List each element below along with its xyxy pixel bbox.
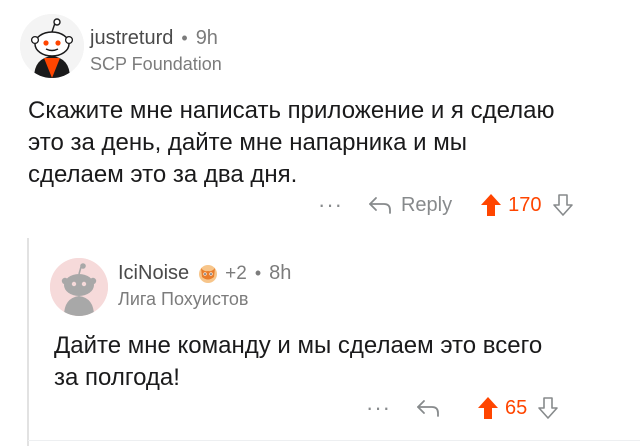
more-options-button[interactable]: ···	[366, 397, 391, 419]
reply-icon	[369, 197, 391, 214]
comment-body-line: это за день, дайте мне напарника и мы	[28, 129, 468, 156]
thread-line[interactable]	[27, 238, 29, 446]
user-flair: SCP Foundation	[90, 54, 222, 74]
username-link[interactable]: IciNoise	[118, 262, 189, 285]
downvote-icon[interactable]	[552, 193, 574, 217]
comment-meta: IciNoise +2 • 8h	[118, 262, 291, 285]
comment-body-line: сделаем это за два дня.	[28, 161, 298, 188]
reply-icon	[417, 400, 439, 417]
timestamp[interactable]: 8h	[269, 262, 291, 285]
vote-score: 170	[508, 193, 542, 216]
comment-actions: ··· 65	[366, 396, 559, 420]
user-avatar[interactable]	[20, 14, 84, 78]
downvote-icon[interactable]	[537, 396, 559, 420]
meta-separator: •	[254, 263, 262, 283]
comment-actions: ··· Reply 170	[318, 193, 574, 217]
vote-controls: 65	[477, 396, 559, 420]
upvote-icon[interactable]	[477, 396, 499, 420]
snoo-avatar-icon	[20, 14, 84, 78]
comment-body: Скажите мне написать приложение и я сдел…	[28, 95, 628, 191]
more-options-button[interactable]: ···	[318, 194, 343, 216]
comment-body-line: Дайте мне команду и мы сделаем это всего	[54, 332, 543, 359]
award-icon[interactable]	[197, 263, 219, 285]
top-comment: justreturd • 9h SCP Foundation Скажите м…	[0, 0, 640, 230]
reply-label: Reply	[400, 193, 453, 216]
timestamp[interactable]: 9h	[196, 27, 218, 50]
comment-body-line: Скажите мне написать приложение и я сдел…	[28, 97, 555, 124]
meta-separator: •	[181, 28, 188, 48]
comment-thread: justreturd • 9h SCP Foundation Скажите м…	[0, 0, 640, 446]
upvote-icon[interactable]	[480, 193, 502, 217]
comment-body-line: за полгода!	[54, 364, 180, 391]
reply-button[interactable]: Reply	[367, 194, 452, 217]
divider	[28, 440, 640, 441]
awards-count[interactable]: +2	[225, 263, 247, 285]
vote-score: 65	[504, 396, 528, 419]
username-link[interactable]: justreturd	[90, 27, 173, 50]
user-avatar[interactable]	[50, 258, 108, 316]
user-flair: Лига Похуистов	[118, 289, 249, 309]
snoo-avatar-icon	[50, 258, 108, 316]
reply-button[interactable]	[415, 398, 449, 418]
vote-controls: 170	[480, 193, 573, 217]
comment-meta: justreturd • 9h	[90, 27, 218, 50]
comment-body: Дайте мне команду и мы сделаем это всего…	[54, 330, 624, 394]
